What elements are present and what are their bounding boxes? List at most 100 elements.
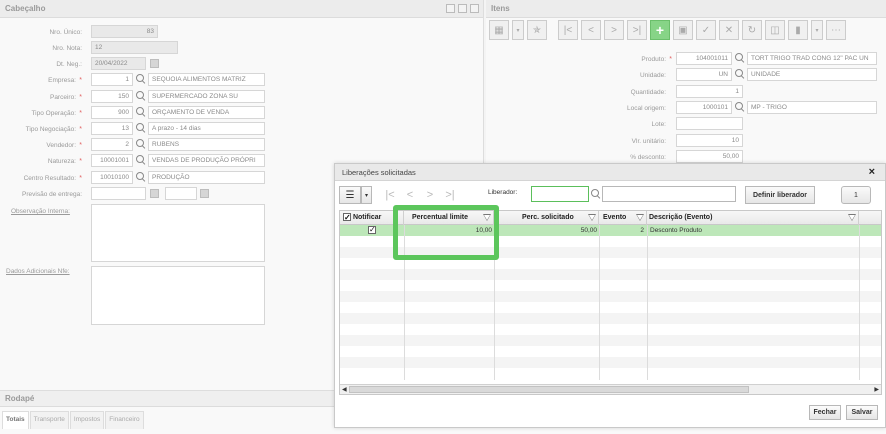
more-icon[interactable]: ⋯ [826,20,846,40]
search-icon[interactable] [136,107,146,117]
col-evento[interactable]: Evento [599,211,647,225]
first-page-icon[interactable]: |< [558,20,578,40]
field-label: Vendedor: * [46,141,82,149]
tab-financeiro[interactable]: Financeiro [105,411,144,429]
horizontal-scrollbar[interactable]: ◀ ▶ [340,384,881,394]
field-quantidade: Quantidade: 1 [486,85,886,99]
empty-row [340,269,881,280]
copy-icon[interactable]: ◫ [765,20,785,40]
refresh-icon[interactable]: ↻ [742,20,762,40]
window-icon[interactable] [458,4,467,13]
field-label: Quantidade: [630,88,666,96]
list-icon[interactable]: ☰ [339,186,361,204]
desconto-input[interactable]: 50,00 [676,150,743,163]
tipo-operacao-code-input[interactable]: 900 [91,106,133,119]
liberador-code-input[interactable] [531,186,589,202]
search-icon[interactable] [735,69,745,79]
dados-adicionais-label[interactable]: Dados Adicionais Nfe: [6,268,70,275]
calendar-icon[interactable] [150,59,159,68]
parceiro-code-input[interactable]: 150 [91,90,133,103]
unidade-desc-field: UNIDADE [747,68,877,81]
col-descricao[interactable]: Descrição (Evento) [647,211,859,225]
first-page-icon[interactable]: |< [380,189,400,201]
popout-icon[interactable] [470,4,479,13]
column-divider [859,225,860,380]
chevron-down-icon[interactable]: ▾ [811,20,823,40]
dados-adicionais-textarea[interactable] [91,266,265,325]
unidade-code-input[interactable]: UN [676,68,732,81]
lote-input[interactable] [676,117,743,130]
natureza-code-input[interactable]: 10001001 [91,154,133,167]
tab-totais[interactable]: Totais [2,411,29,429]
next-page-icon[interactable]: > [604,20,624,40]
highlight-box [393,205,499,260]
confirm-icon[interactable]: ✓ [696,20,716,40]
grid-view-icon[interactable]: ▦ [489,20,509,40]
local-origem-code-input[interactable]: 1000101 [676,101,732,114]
observacao-label[interactable]: Observação Interna: [11,208,70,215]
row-evento: 2 [640,227,644,234]
search-icon[interactable] [136,91,146,101]
search-icon[interactable] [136,155,146,165]
scroll-right-icon[interactable]: ▶ [874,386,879,393]
field-vlr-unitario: Vlr. unitário: 10 [486,134,886,148]
prev-page-icon[interactable]: < [581,20,601,40]
clock-icon[interactable] [200,189,209,198]
field-label: Nro. Nota: [52,44,82,52]
scroll-left-icon[interactable]: ◀ [342,386,347,393]
quantidade-input[interactable]: 1 [676,85,743,98]
row-notificar[interactable] [368,225,380,236]
dt-neg-field[interactable]: 20/04/2022 [91,57,146,70]
filter-icon[interactable] [636,214,644,221]
trash-icon[interactable]: ▣ [673,20,693,40]
field-label: Vlr. unitário: [631,137,666,145]
previsao-date-input[interactable] [91,187,146,200]
col-perc-solicitado[interactable]: Perc. solicitado [494,211,599,225]
checkbox-icon[interactable] [368,225,376,235]
wrench-icon[interactable]: ✯ [527,20,547,40]
search-icon[interactable] [136,74,146,84]
centro-resultado-code-input[interactable]: 10010100 [91,171,133,184]
tipo-negociacao-code-input[interactable]: 13 [91,122,133,135]
search-icon[interactable] [136,172,146,182]
search-icon[interactable] [136,139,146,149]
tab-impostos[interactable]: Impostos [69,411,105,429]
vendedor-code-input[interactable]: 2 [91,138,133,151]
previsao-time-input[interactable] [165,187,197,200]
prev-page-icon[interactable]: < [400,189,420,201]
tab-transporte[interactable]: Transporte [29,411,69,429]
fechar-button[interactable]: Fechar [809,405,841,420]
filter-icon[interactable] [848,214,856,221]
checkbox-icon[interactable] [343,211,351,224]
next-page-icon[interactable]: > [420,189,440,201]
cancel-icon[interactable]: ✕ [719,20,739,40]
search-icon[interactable] [591,189,601,199]
vlr-unitario-input[interactable]: 10 [676,134,743,147]
column-divider [647,225,648,380]
column-divider [599,225,600,380]
page-indicator[interactable]: 1 [841,186,871,204]
produto-code-input[interactable]: 104001011 [676,52,732,65]
scrollbar-thumb[interactable] [349,386,749,393]
salvar-button[interactable]: Salvar [846,405,878,420]
document-icon[interactable]: ▮ [788,20,808,40]
filter-icon[interactable] [588,214,596,221]
add-icon[interactable]: + [650,20,670,40]
centro-resultado-desc-field: PRODUÇÃO [148,171,265,184]
definir-liberador-button[interactable]: Definir liberador [745,186,815,204]
col-descricao-label: Descrição (Evento) [649,214,713,221]
observacao-textarea[interactable] [91,204,265,262]
last-page-icon[interactable]: >| [440,189,460,201]
close-icon[interactable]: × [869,165,875,180]
last-page-icon[interactable]: >| [627,20,647,40]
expand-icon[interactable] [446,4,455,13]
chevron-down-icon[interactable]: ▾ [512,20,524,40]
search-icon[interactable] [735,53,745,63]
natureza-desc-field: VENDAS DE PRODUÇÃO PRÓPRI [148,154,265,167]
search-icon[interactable] [136,123,146,133]
calendar-icon[interactable] [150,189,159,198]
chevron-down-icon[interactable]: ▾ [361,186,372,204]
search-icon[interactable] [735,102,745,112]
nro-nota-field[interactable]: 12 [91,41,178,54]
empresa-code-input[interactable]: 1 [91,73,133,86]
